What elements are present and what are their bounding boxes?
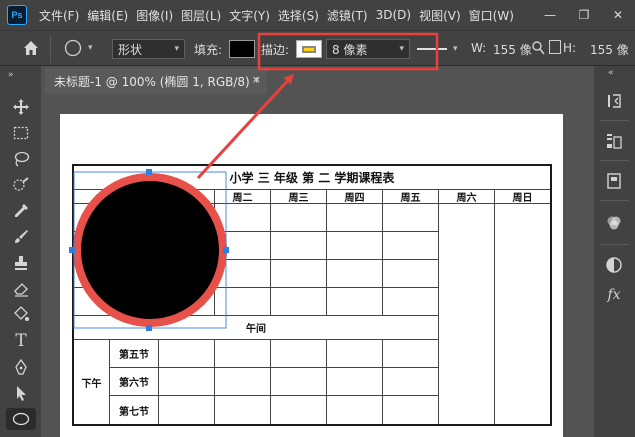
transform-handle-right[interactable] (223, 247, 229, 253)
annotation-highlight-box (257, 32, 439, 71)
transform-handle-bottom[interactable] (146, 325, 152, 331)
overlay-layer (69, 32, 439, 331)
photoshop-window: Ps 文件(F) 编辑(E) 图像(I) 图层(L) 文字(Y) 选择(S) 滤… (0, 0, 635, 437)
annotation-arrow (196, 73, 295, 180)
transform-handle-left[interactable] (69, 247, 75, 253)
transform-handle-top[interactable] (146, 169, 152, 175)
ellipse-shape[interactable] (73, 173, 227, 327)
